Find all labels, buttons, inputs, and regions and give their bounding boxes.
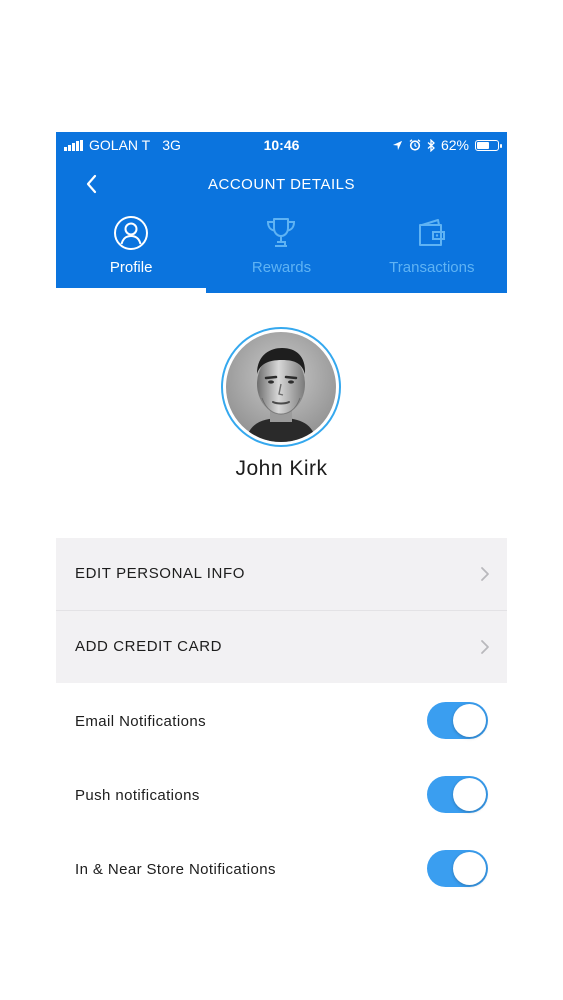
add-credit-card-row[interactable]: ADD CREDIT CARD <box>56 611 507 683</box>
wallet-icon <box>418 219 445 246</box>
push-notifications-toggle[interactable] <box>427 776 488 813</box>
account-details-screen: GOLAN T 3G 10:46 62% ACCOUNT DETAILS Pro… <box>56 132 507 912</box>
battery-icon <box>475 139 502 151</box>
header: GOLAN T 3G 10:46 62% ACCOUNT DETAILS Pro… <box>56 132 507 293</box>
nav-bar: ACCOUNT DETAILS <box>56 168 507 200</box>
user-avatar-photo <box>226 332 336 442</box>
edit-personal-info-label: EDIT PERSONAL INFO <box>75 565 245 582</box>
store-notifications-row: In & Near Store Notifications <box>56 832 507 906</box>
tab-rewards[interactable]: Rewards <box>206 212 356 293</box>
alarm-icon <box>409 139 421 151</box>
toggle-knob <box>453 704 486 737</box>
store-notifications-label: In & Near Store Notifications <box>75 861 276 878</box>
push-notifications-label: Push notifications <box>75 787 200 804</box>
email-notifications-toggle[interactable] <box>427 702 488 739</box>
email-notifications-label: Email Notifications <box>75 713 206 730</box>
status-right: 62% <box>392 137 502 153</box>
edit-personal-info-row[interactable]: EDIT PERSONAL INFO <box>56 538 507 610</box>
chevron-right-icon <box>481 640 489 654</box>
add-credit-card-label: ADD CREDIT CARD <box>75 638 223 655</box>
bluetooth-icon <box>427 138 435 152</box>
user-name: John Kirk <box>235 457 328 480</box>
active-tab-indicator <box>56 288 206 293</box>
toggle-knob <box>453 852 486 885</box>
user-circle-icon <box>114 216 149 250</box>
tab-transactions-label: Transactions <box>389 259 475 276</box>
trophy-icon <box>267 218 296 247</box>
avatar-ring <box>221 327 341 447</box>
tab-profile[interactable]: Profile <box>56 212 206 293</box>
tab-transactions[interactable]: Transactions <box>357 212 507 293</box>
page-title: ACCOUNT DETAILS <box>208 176 355 193</box>
toggle-knob <box>453 778 486 811</box>
push-notifications-row: Push notifications <box>56 758 507 832</box>
email-notifications-row: Email Notifications <box>56 684 507 758</box>
store-notifications-toggle[interactable] <box>427 850 488 887</box>
status-bar: GOLAN T 3G 10:46 62% <box>56 132 507 158</box>
location-arrow-icon <box>392 140 403 150</box>
avatar[interactable] <box>226 332 336 442</box>
chevron-right-icon <box>481 567 489 581</box>
tab-bar: Profile Rewards Transactions <box>56 212 507 293</box>
tab-profile-label: Profile <box>109 259 153 276</box>
tab-rewards-label: Rewards <box>251 259 312 276</box>
battery-percent: 62% <box>440 137 469 153</box>
